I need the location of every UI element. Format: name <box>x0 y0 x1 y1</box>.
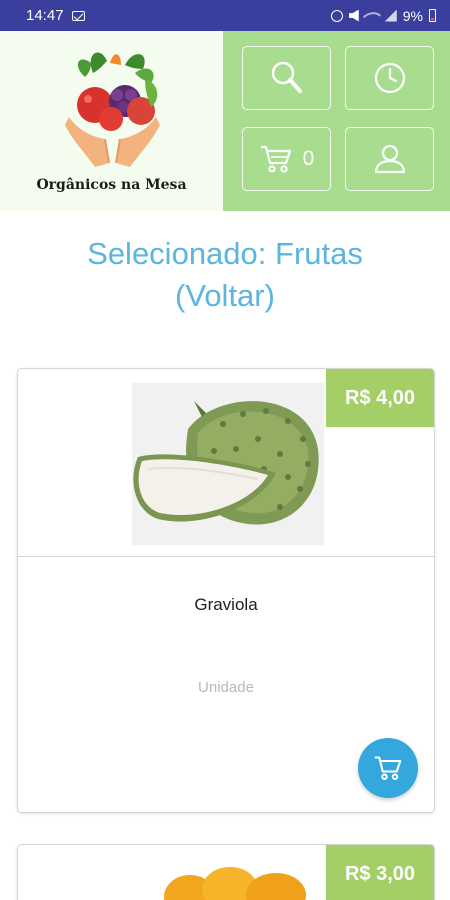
brand-name: Orgânicos na Mesa <box>36 177 187 193</box>
selected-category-title: Selecionado: Frutas (Voltar) <box>0 233 450 317</box>
clock-icon <box>374 62 405 94</box>
mute-icon <box>348 9 359 22</box>
message-icon <box>71 10 85 21</box>
product-card[interactable]: R$ 4,00 Graviola Unidade <box>17 368 435 813</box>
history-button[interactable] <box>345 46 434 110</box>
header-nav: 0 <box>223 31 450 211</box>
status-time: 14:47 <box>26 7 64 24</box>
price-badge: R$ 3,00 <box>326 845 434 900</box>
status-right: 9% <box>330 6 436 25</box>
product-card[interactable]: R$ 3,00 <box>17 844 435 900</box>
status-left: 14:47 <box>26 7 85 24</box>
back-link[interactable]: (Voltar) <box>0 275 450 317</box>
produce-hands-logo-icon <box>65 52 160 167</box>
search-button[interactable] <box>242 46 331 110</box>
shopping-cart-icon <box>260 145 291 173</box>
shopping-cart-icon <box>374 756 402 780</box>
app-header: Orgânicos na Mesa 0 <box>0 31 450 211</box>
signal-icon <box>384 9 397 22</box>
price-badge: R$ 4,00 <box>326 369 434 427</box>
profile-button[interactable] <box>345 127 434 191</box>
user-icon <box>374 144 405 174</box>
battery-percent: 9% <box>402 7 423 24</box>
product-unit: Unidade <box>198 679 254 696</box>
status-bar: 14:47 9% <box>0 0 450 31</box>
wifi-icon <box>362 6 381 25</box>
battery-icon <box>429 9 436 22</box>
add-to-cart-button[interactable] <box>358 738 418 798</box>
cart-button[interactable]: 0 <box>242 127 331 191</box>
product-name: Graviola <box>194 595 258 614</box>
brand-logo[interactable]: Orgânicos na Mesa <box>0 31 223 211</box>
selected-category-label: Selecionado: Frutas <box>87 236 363 271</box>
cart-count: 0 <box>302 147 315 170</box>
product-image-area: R$ 4,00 <box>18 369 434 557</box>
search-icon <box>271 61 302 93</box>
alarm-icon <box>330 9 343 22</box>
